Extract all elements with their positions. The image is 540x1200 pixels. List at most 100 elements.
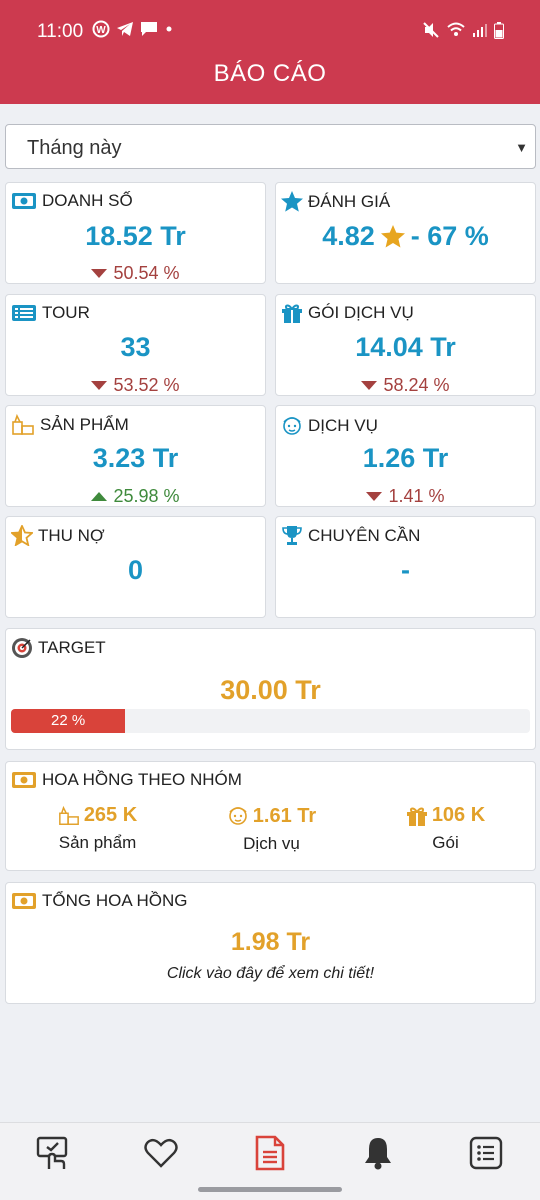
card-chuyen-can[interactable]: CHUYÊN CẦN - xyxy=(275,516,536,618)
nav-menu[interactable] xyxy=(466,1133,506,1173)
card-header: TOUR xyxy=(11,303,90,323)
commission-item-dich-vu: 1.61 Tr Dịch vụ xyxy=(185,804,358,854)
status-time: 11:00 xyxy=(37,21,84,42)
card-header: GÓI DỊCH VỤ xyxy=(281,303,414,323)
nav-checkin[interactable] xyxy=(33,1133,73,1173)
card-label: THU NỢ xyxy=(38,525,105,545)
card-label: SẢN PHẨM xyxy=(40,415,129,434)
commission-value: 265 K xyxy=(83,804,138,826)
card-change-value: 25.98 % xyxy=(113,486,180,506)
card-label: CHUYÊN CẦN xyxy=(308,525,421,545)
card-doanh-so[interactable]: DOANH SỐ 18.52 Tr 50.54 % xyxy=(5,182,266,284)
card-goi-dich-vu[interactable]: GÓI DỊCH VỤ 14.04 Tr 58.24 % xyxy=(275,294,536,396)
status-bar: 11:00 W xyxy=(0,0,540,60)
arrow-up-icon xyxy=(91,491,108,501)
card-dich-vu[interactable]: DỊCH VỤ 1.26 Tr 1.41 % xyxy=(275,405,536,507)
card-value: 3.23 Tr xyxy=(92,443,179,473)
card-header: HOA HỒNG THEO NHÓM xyxy=(11,770,242,790)
message-icon xyxy=(141,22,157,36)
service-icon xyxy=(228,807,247,825)
card-change-value: 58.24 % xyxy=(383,375,450,395)
card-value: 0 xyxy=(127,555,144,585)
rating-value: 4.82 xyxy=(322,221,375,251)
nav-favorites[interactable] xyxy=(141,1133,181,1173)
star-icon xyxy=(281,191,303,212)
rating-percent: - 67 % xyxy=(410,221,489,251)
commission-item-san-pham: 265 K Sản phẩm xyxy=(11,804,184,853)
card-change-value: 53.52 % xyxy=(113,375,180,395)
card-label: ĐÁNH GIÁ xyxy=(308,191,391,211)
card-label: GÓI DỊCH VỤ xyxy=(308,303,414,322)
money-icon xyxy=(12,772,36,788)
arrow-down-icon xyxy=(91,380,108,390)
trophy-icon xyxy=(282,526,302,545)
card-header: CHUYÊN CẦN xyxy=(281,525,420,546)
card-header: TARGET xyxy=(11,637,106,659)
money-icon xyxy=(12,193,36,209)
target-progress-fill: 22 % xyxy=(11,709,126,733)
card-change: 50.54 % xyxy=(6,263,265,284)
signal-icon xyxy=(473,24,487,37)
card-label: TỔNG HOA HỒNG xyxy=(42,891,188,910)
commission-label: Gói xyxy=(432,833,459,852)
card-commission-group[interactable]: HOA HỒNG THEO NHÓM 265 K Sản phẩm 1.61 T… xyxy=(5,761,536,871)
card-change: 58.24 % xyxy=(276,375,535,396)
star-outline-icon xyxy=(11,525,33,546)
dot-icon xyxy=(166,26,172,32)
gift-icon xyxy=(282,304,302,323)
product-icon xyxy=(58,805,79,825)
status-notification-icons: W xyxy=(92,20,174,38)
commission-value: 106 K xyxy=(431,804,486,826)
commission-label: Sản phẩm xyxy=(58,833,137,852)
card-header: ĐÁNH GIÁ xyxy=(281,191,390,212)
money-icon xyxy=(12,893,36,909)
total-commission-value: 1.98 Tr xyxy=(230,928,311,956)
card-thu-no[interactable]: THU NỢ 0 xyxy=(5,516,266,618)
wifi-icon xyxy=(447,22,465,36)
card-value: - xyxy=(401,555,410,585)
nav-notifications[interactable] xyxy=(358,1133,398,1173)
card-header: SẢN PHẨM xyxy=(11,414,129,436)
card-value: 4.82 - 67 % xyxy=(276,221,535,252)
card-header: TỔNG HOA HỒNG xyxy=(11,891,187,911)
commission-label: Dịch vụ xyxy=(243,834,300,853)
card-label: TOUR xyxy=(42,303,90,322)
card-tour[interactable]: TOUR 33 53.52 % xyxy=(5,294,266,396)
period-select[interactable]: Tháng này ▼ xyxy=(5,124,536,169)
card-header: THU NỢ xyxy=(11,525,105,546)
page-title: BÁO CÁO xyxy=(213,60,327,87)
product-icon xyxy=(12,414,34,435)
arrow-down-icon xyxy=(91,268,108,278)
service-icon xyxy=(283,417,301,435)
card-label: HOA HỒNG THEO NHÓM xyxy=(42,770,242,789)
card-total-commission[interactable]: TỔNG HOA HỒNG 1.98 Tr Click vào đây để x… xyxy=(5,882,536,1004)
battery-icon xyxy=(494,21,504,39)
heart-icon xyxy=(144,1138,178,1168)
target-progress-bar: 22 % xyxy=(11,709,530,733)
nav-report[interactable] xyxy=(250,1133,290,1173)
card-label: DOANH SỐ xyxy=(42,191,133,210)
card-danh-gia[interactable]: ĐÁNH GIÁ 4.82 - 67 % xyxy=(275,182,536,284)
bell-icon xyxy=(365,1138,391,1170)
caret-down-icon: ▼ xyxy=(515,140,528,155)
home-indicator xyxy=(198,1187,342,1192)
card-change: 1.41 % xyxy=(276,486,535,507)
card-value: 1.26 Tr xyxy=(362,443,449,473)
arrow-down-icon xyxy=(361,380,378,390)
card-change: 53.52 % xyxy=(6,375,265,396)
card-header: DOANH SỐ xyxy=(11,191,133,211)
commission-value: 1.61 Tr xyxy=(252,804,317,827)
period-select-value: Tháng này xyxy=(27,137,122,159)
arrow-down-icon xyxy=(366,491,383,501)
card-value: 18.52 Tr xyxy=(85,221,186,251)
target-icon xyxy=(12,638,32,658)
app-header: 11:00 W BÁO CÁO xyxy=(0,0,540,104)
total-commission-hint[interactable]: Click vào đây để xem chi tiết! xyxy=(6,965,535,983)
report-icon xyxy=(255,1135,285,1171)
rating-star-icon xyxy=(380,225,405,248)
card-change: 25.98 % xyxy=(6,486,265,507)
list-card-icon xyxy=(12,305,36,321)
card-san-pham[interactable]: SẢN PHẨM 3.23 Tr 25.98 % xyxy=(5,405,266,507)
card-label: TARGET xyxy=(38,638,106,657)
card-target[interactable]: TARGET 30.00 Tr 22 % xyxy=(5,628,536,750)
